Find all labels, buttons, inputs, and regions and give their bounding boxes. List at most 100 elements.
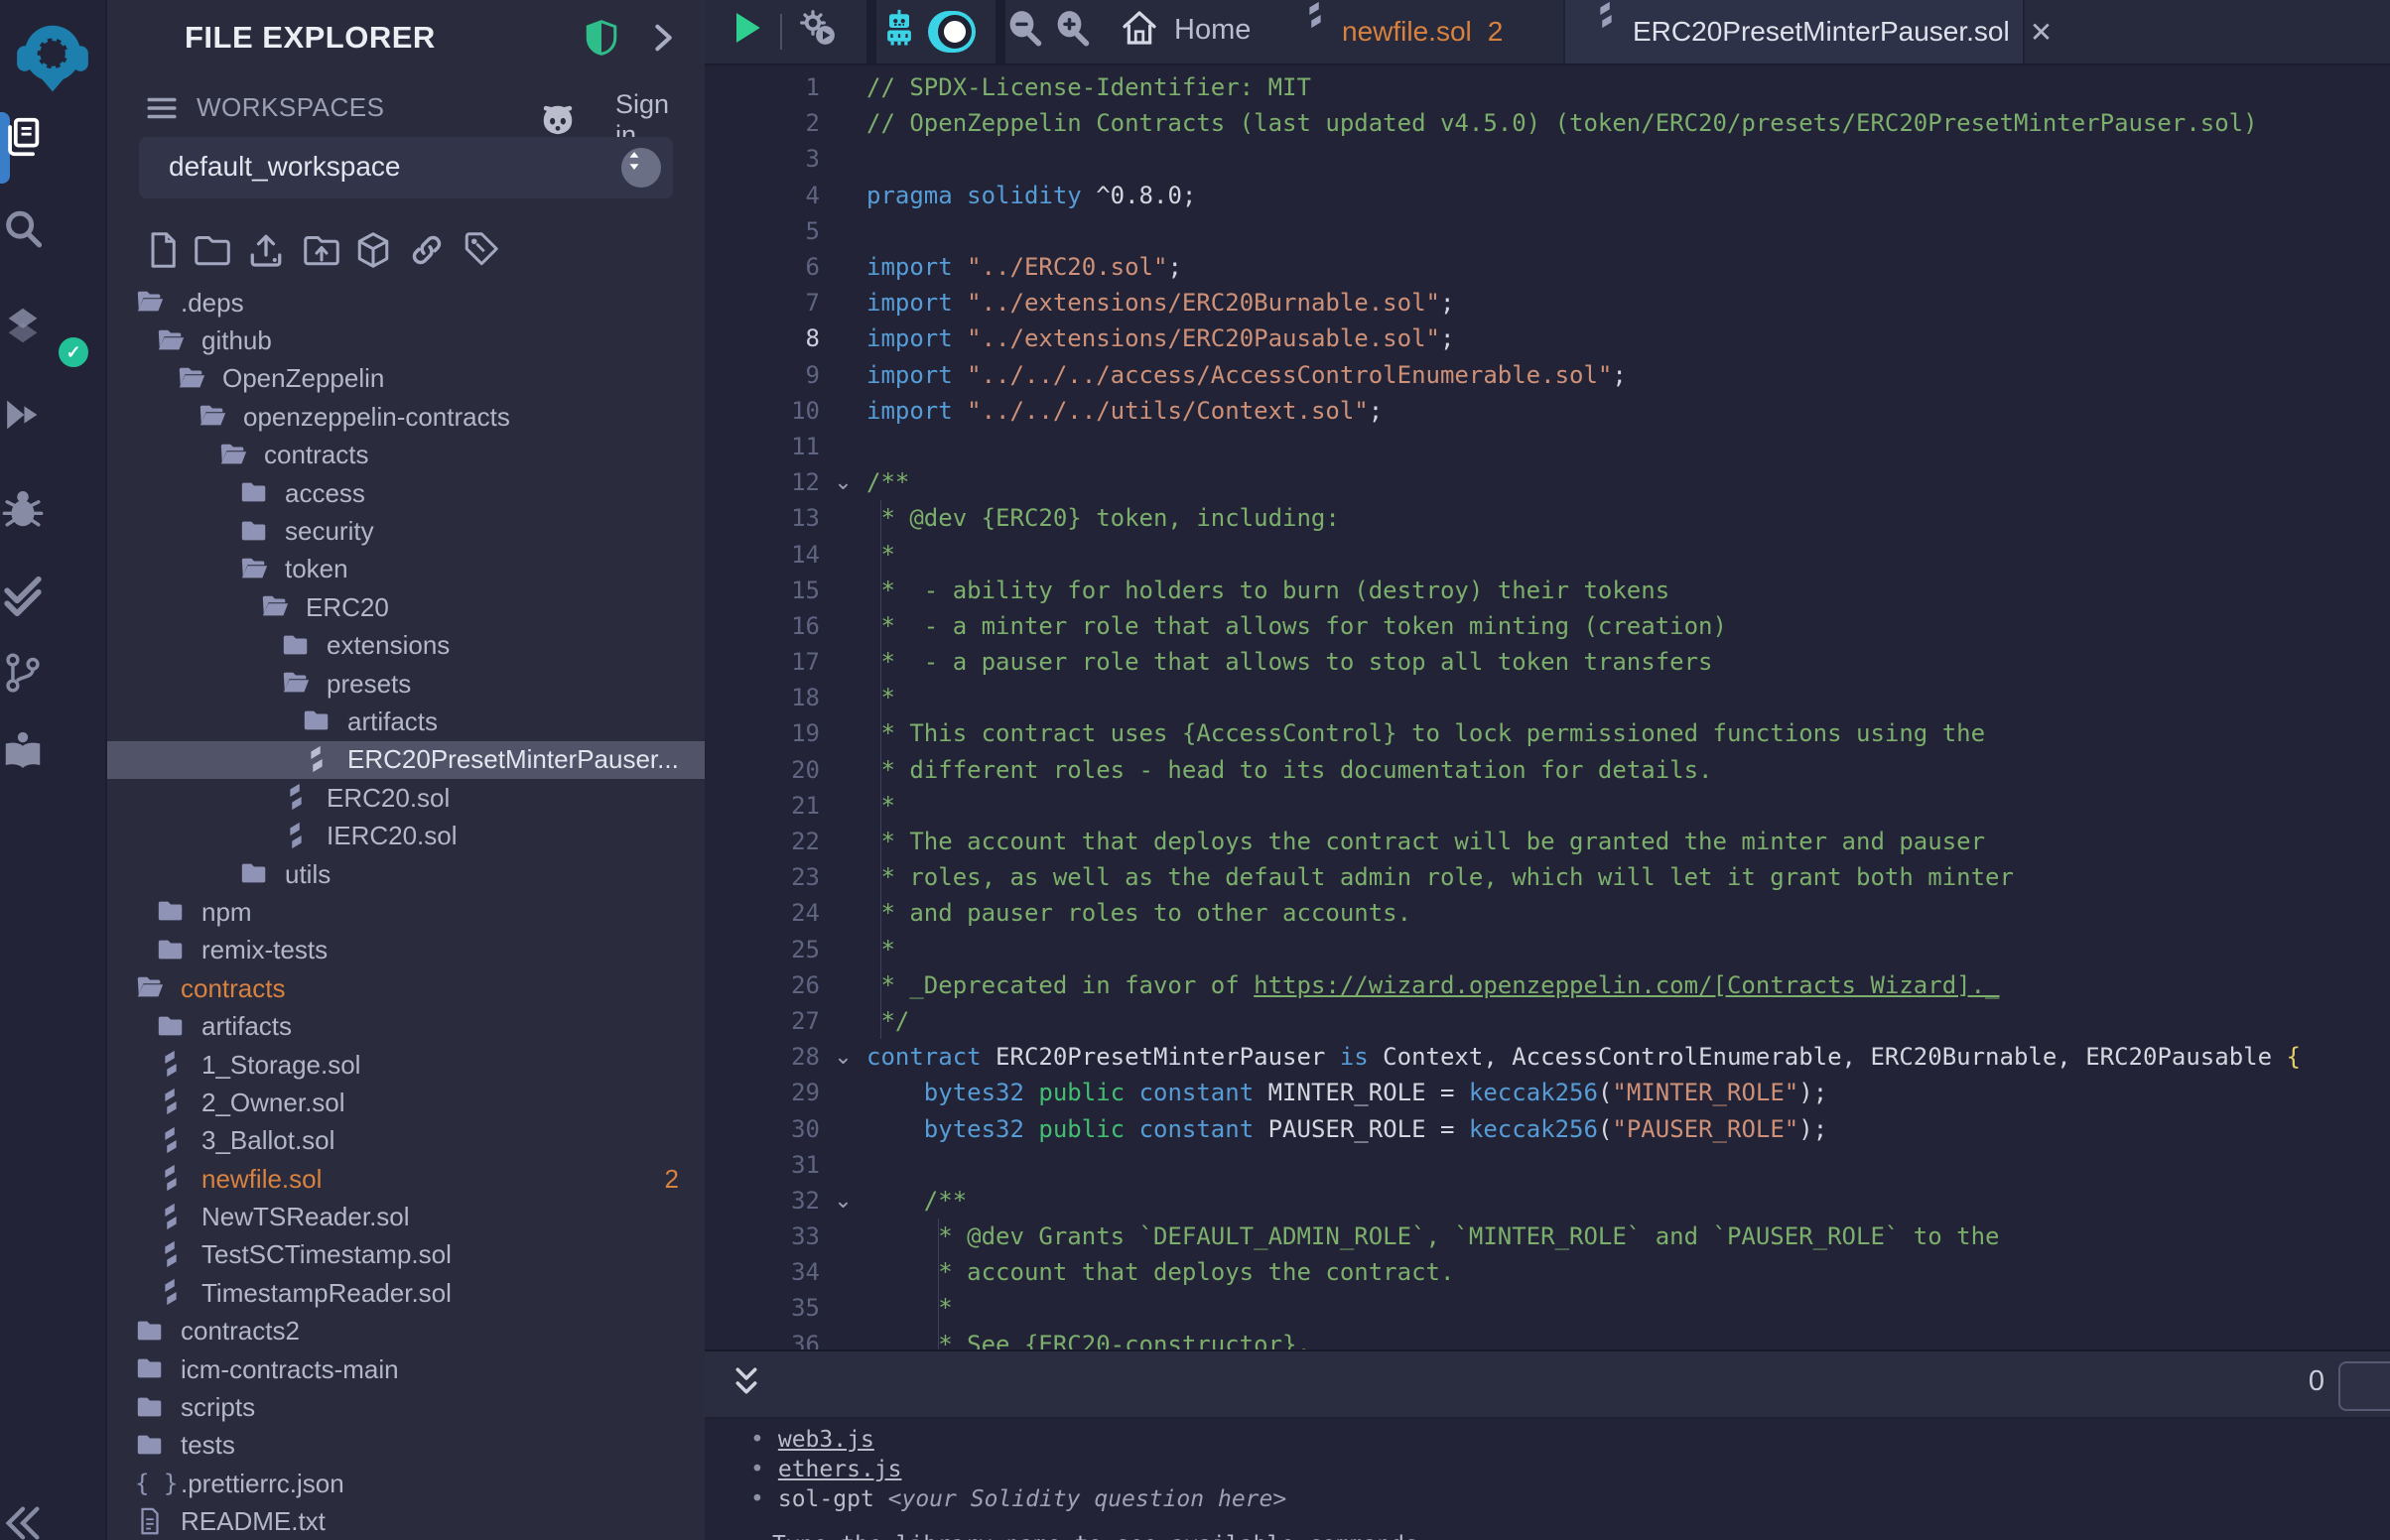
collapse-sidebar-button[interactable] [0, 1500, 105, 1540]
chevron-right-icon[interactable] [645, 20, 681, 56]
tree-item[interactable]: extensions [107, 627, 705, 665]
code-line[interactable]: 15 * - ability for holders to burn (dest… [705, 573, 2390, 608]
code-line[interactable]: 31 [705, 1147, 2390, 1183]
terminal-output[interactable]: •web3.js•ethers.js•sol-gpt <your Solidit… [705, 1415, 2390, 1540]
tab-erc20presetminterpauser[interactable]: ERC20PresetMinterPauser.sol ✕ [1563, 0, 2025, 64]
code-line[interactable]: 2// OpenZeppelin Contracts (last updated… [705, 105, 2390, 141]
code-line[interactable]: 29 bytes32 public constant MINTER_ROLE =… [705, 1075, 2390, 1110]
tree-item[interactable]: newfile.sol2 [107, 1160, 705, 1198]
code-line[interactable]: 8import "../extensions/ERC20Pausable.sol… [705, 321, 2390, 356]
sidebar-item-file-explorer[interactable] [0, 114, 105, 184]
code-line[interactable]: 25 * [705, 932, 2390, 967]
terminal-search-input[interactable] [2338, 1361, 2390, 1411]
code-line[interactable]: 5 [705, 213, 2390, 249]
tree-item[interactable]: TimestampReader.sol [107, 1274, 705, 1312]
sidebar-item-unit-testing[interactable] [0, 574, 105, 643]
code-line[interactable]: 16 * - a minter role that allows for tok… [705, 608, 2390, 644]
code-line[interactable]: 19 * This contract uses {AccessControl} … [705, 715, 2390, 751]
close-tab-icon[interactable]: ✕ [2030, 16, 2053, 49]
tree-item[interactable]: contracts [107, 437, 705, 474]
tree-item[interactable]: ERC20 [107, 588, 705, 626]
code-line[interactable]: 6import "../ERC20.sol"; [705, 249, 2390, 285]
tree-item[interactable]: utils [107, 855, 705, 893]
code-line[interactable]: 17 * - a pauser role that allows to stop… [705, 644, 2390, 680]
zoom-in-button[interactable] [1052, 8, 1100, 56]
terminal-header[interactable]: 0 [705, 1349, 2390, 1419]
code-line[interactable]: 27 */ [705, 1003, 2390, 1039]
workspaces-menu-button[interactable] [143, 91, 181, 125]
sidebar-item-deploy-run[interactable] [0, 392, 105, 461]
tree-item[interactable]: IERC20.sol [107, 817, 705, 854]
tree-item[interactable]: 3_Ballot.sol [107, 1122, 705, 1160]
tree-item[interactable]: npm [107, 893, 705, 931]
tree-item[interactable]: openzeppelin-contracts [107, 398, 705, 436]
sidebar-item-debugger[interactable] [0, 486, 105, 556]
compile-run-button[interactable] [798, 8, 846, 56]
fold-chevron-icon[interactable]: ⌄ [820, 1188, 866, 1214]
tab-newfile[interactable]: newfile.sol 2 [1300, 0, 1503, 64]
tree-item[interactable]: 2_Owner.sol [107, 1084, 705, 1121]
code-line[interactable]: 35 * [705, 1290, 2390, 1326]
tree-item[interactable]: token [107, 551, 705, 588]
upload-folder-button[interactable] [302, 230, 343, 272]
sidebar-item-git[interactable] [0, 650, 105, 719]
sidebar-item-search[interactable] [0, 206, 105, 276]
clone-git-button[interactable] [461, 230, 502, 272]
workspace-select[interactable]: default_workspace [139, 137, 673, 198]
expand-terminal-button[interactable] [727, 1363, 766, 1403]
code-line[interactable]: 18 * [705, 680, 2390, 715]
tree-item[interactable]: 1_Storage.sol [107, 1046, 705, 1084]
import-ipfs-button[interactable] [353, 230, 395, 272]
home-tab-label[interactable]: Home [1174, 14, 1251, 47]
tree-item[interactable]: scripts [107, 1388, 705, 1426]
tree-item[interactable]: remix-tests [107, 932, 705, 969]
tree-item[interactable]: NewTSReader.sol [107, 1198, 705, 1235]
code-line[interactable]: 11 [705, 429, 2390, 464]
tree-item[interactable]: artifacts [107, 1007, 705, 1045]
tree-item[interactable]: contracts [107, 969, 705, 1007]
code-line[interactable]: 33 * @dev Grants `DEFAULT_ADMIN_ROLE`, `… [705, 1219, 2390, 1254]
code-line[interactable]: 13 * @dev {ERC20} token, including: [705, 500, 2390, 536]
sidebar-item-solidity-compiler[interactable]: ✓ [0, 303, 105, 372]
tree-item[interactable]: access [107, 474, 705, 512]
code-editor[interactable]: 1// SPDX-License-Identifier: MIT2// Open… [705, 64, 2390, 1349]
run-script-button[interactable] [727, 8, 774, 56]
tree-item[interactable]: artifacts [107, 703, 705, 740]
home-tab-button[interactable] [1120, 8, 1167, 56]
tree-item[interactable]: icm-contracts-main [107, 1350, 705, 1388]
fold-chevron-icon[interactable]: ⌄ [820, 1044, 866, 1070]
code-line[interactable]: 10import "../../../utils/Context.sol"; [705, 393, 2390, 429]
tree-item[interactable]: presets [107, 665, 705, 703]
ai-assistant-button[interactable] [879, 8, 927, 56]
terminal-link[interactable]: ethers.js [778, 1457, 902, 1482]
code-line[interactable]: 20 * different roles - head to its docum… [705, 752, 2390, 788]
code-line[interactable]: 7import "../extensions/ERC20Burnable.sol… [705, 285, 2390, 321]
new-folder-button[interactable] [193, 230, 234, 272]
code-line[interactable]: 1// SPDX-License-Identifier: MIT [705, 69, 2390, 105]
code-line[interactable]: 34 * account that deploys the contract. [705, 1254, 2390, 1290]
terminal-entry[interactable]: •web3.js [750, 1427, 874, 1453]
zoom-out-button[interactable] [1004, 8, 1052, 56]
tree-item[interactable]: github [107, 321, 705, 359]
terminal-entry[interactable]: •ethers.js [750, 1457, 901, 1482]
code-line[interactable]: 21 * [705, 788, 2390, 824]
tree-item[interactable]: ERC20.sol [107, 779, 705, 817]
tree-item[interactable]: ERC20PresetMinterPauser... [107, 741, 705, 779]
copilot-toggle[interactable] [928, 8, 976, 56]
tree-item[interactable]: contracts2 [107, 1313, 705, 1350]
import-url-button[interactable] [407, 230, 449, 272]
sidebar-item-learneth[interactable] [0, 727, 105, 797]
tree-item[interactable]: TestSCTimestamp.sol [107, 1236, 705, 1274]
tree-item[interactable]: .deps [107, 284, 705, 321]
remix-logo[interactable] [12, 18, 93, 99]
upload-file-button[interactable] [246, 230, 288, 272]
code-line[interactable]: 36 * See {ERC20-constructor}. [705, 1327, 2390, 1349]
code-line[interactable]: 23 * roles, as well as the default admin… [705, 859, 2390, 895]
code-line[interactable]: 4pragma solidity ^0.8.0; [705, 178, 2390, 213]
code-line[interactable]: 30 bytes32 public constant PAUSER_ROLE =… [705, 1110, 2390, 1146]
tree-item[interactable]: README.txt [107, 1503, 705, 1540]
tree-item[interactable]: security [107, 512, 705, 550]
terminal-link[interactable]: web3.js [778, 1427, 874, 1453]
tree-item[interactable]: OpenZeppelin [107, 360, 705, 398]
code-line[interactable]: 14 * [705, 536, 2390, 572]
